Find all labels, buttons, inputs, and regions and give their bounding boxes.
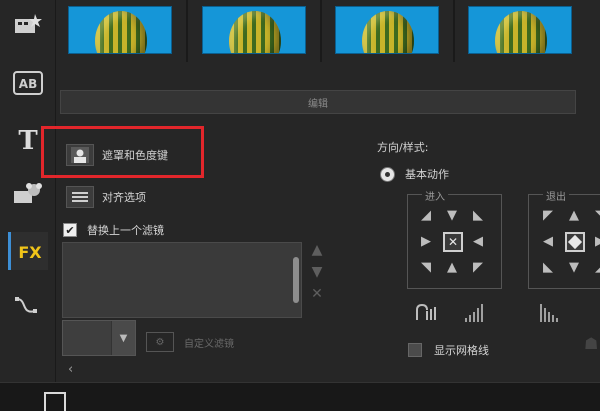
watermelon-image <box>362 11 414 53</box>
ease-out-icon[interactable] <box>540 304 558 322</box>
custom-filter-icon: ⚙ <box>146 332 174 352</box>
exit-direction-grid: ◤ ▲ ◥ ◀ ▶ ◣ ▼ ◢ <box>539 206 600 276</box>
basic-motion-radio[interactable] <box>380 166 395 182</box>
replace-filter-label: 替换上一个滤镜 <box>87 224 164 237</box>
watermelon-image <box>95 11 147 53</box>
watermelon-image <box>229 11 281 53</box>
filter-thumbnail[interactable] <box>468 6 572 54</box>
divider <box>186 0 188 62</box>
arrow-left-icon[interactable]: ◀ <box>469 232 487 250</box>
arrow-sw-icon[interactable]: ◣ <box>539 258 557 276</box>
list-controls: ▲ ▼ ✕ <box>307 242 327 322</box>
move-up-icon[interactable]: ▲ <box>312 242 323 258</box>
fx-label: FX <box>18 243 42 262</box>
arrow-down-icon[interactable]: ▼ <box>565 258 583 276</box>
ease-shake-icon[interactable] <box>414 303 436 322</box>
center-none-icon[interactable]: ✕ <box>443 232 463 252</box>
partial-icon: ☗ <box>584 334 599 353</box>
show-grid-checkbox[interactable] <box>408 343 422 357</box>
arrow-up-icon[interactable]: ▲ <box>443 258 461 276</box>
arrow-ne-icon[interactable]: ◥ <box>417 258 435 276</box>
arrow-up-icon[interactable]: ▲ <box>565 206 583 224</box>
transition-ab-icon[interactable]: AB <box>8 64 48 102</box>
filter-thumbnail[interactable] <box>335 6 439 54</box>
arrow-right-icon[interactable]: ▶ <box>591 232 600 250</box>
bottom-bar <box>0 382 600 411</box>
filter-thumbnail[interactable] <box>202 6 306 54</box>
arrow-ne-icon[interactable]: ◥ <box>591 206 600 224</box>
fx-filter-icon[interactable]: FX <box>8 232 48 270</box>
ease-in-icon[interactable] <box>465 304 483 322</box>
enter-direction-group: 进入 ◢ ▼ ◣ ▶ ✕ ◀ ◥ ▲ ◤ <box>407 188 502 289</box>
move-down-icon[interactable]: ▼ <box>312 264 323 280</box>
arrow-left-icon[interactable]: ◀ <box>539 232 557 250</box>
edit-label: 编辑 <box>308 98 328 110</box>
timeline-icon[interactable] <box>44 392 66 411</box>
applied-filter-list[interactable] <box>62 242 302 318</box>
custom-filter-label: 自定义滤镜 <box>184 338 234 350</box>
ab-label: AB <box>19 77 37 91</box>
replace-filter-option[interactable]: ✔ 替换上一个滤镜 <box>63 222 164 238</box>
t-label: T <box>18 126 38 153</box>
exit-label: 退出 <box>543 188 569 203</box>
show-grid-option[interactable]: 显示网格线 <box>408 342 489 358</box>
arrow-down-icon[interactable]: ▼ <box>443 206 461 224</box>
edit-header-bar[interactable]: 编辑 <box>60 90 576 114</box>
watermelon-image <box>495 11 547 53</box>
scroll-left-icon[interactable]: ‹ <box>68 362 73 377</box>
thumbnail-strip <box>56 0 600 62</box>
graphic-icon[interactable] <box>8 174 48 212</box>
chevron-down-icon[interactable]: ▼ <box>111 321 135 355</box>
arrow-right-icon[interactable]: ▶ <box>417 232 435 250</box>
left-toolbar: AB T FX <box>0 0 56 382</box>
show-grid-label: 显示网格线 <box>434 344 489 357</box>
divider <box>453 0 455 62</box>
preset-dropdown[interactable]: ▼ <box>62 320 136 356</box>
arrow-sw-icon[interactable]: ◣ <box>469 206 487 224</box>
arrow-nw-icon[interactable]: ◤ <box>539 206 557 224</box>
filter-thumbnail[interactable] <box>68 6 172 54</box>
enter-direction-grid: ◢ ▼ ◣ ▶ ✕ ◀ ◥ ▲ ◤ <box>417 206 487 276</box>
arrow-nw-icon[interactable]: ◤ <box>469 258 487 276</box>
align-option[interactable]: 对齐选项 <box>66 186 146 208</box>
instant-project-icon[interactable] <box>8 6 48 44</box>
align-label: 对齐选项 <box>102 191 146 204</box>
divider <box>320 0 322 62</box>
highlight-box <box>41 126 204 178</box>
arrow-se-icon[interactable]: ◢ <box>417 206 435 224</box>
custom-filter-button[interactable]: ⚙ 自定义滤镜 <box>146 332 234 352</box>
list-scrollbar[interactable] <box>293 257 299 303</box>
basic-motion-label: 基本动作 <box>405 168 449 181</box>
align-list-icon <box>66 186 94 208</box>
basic-motion-option[interactable]: 基本动作 <box>380 166 449 182</box>
arrow-se-icon[interactable]: ◢ <box>591 258 600 276</box>
remove-icon[interactable]: ✕ <box>311 286 323 302</box>
direction-title: 方向/样式: <box>377 141 429 154</box>
path-icon[interactable] <box>8 288 48 326</box>
replace-filter-checkbox[interactable]: ✔ <box>63 223 77 237</box>
exit-direction-group: 退出 ◤ ▲ ◥ ◀ ▶ ◣ ▼ ◢ <box>528 188 600 289</box>
enter-label: 进入 <box>422 188 448 203</box>
center-diamond-icon[interactable] <box>565 232 585 252</box>
